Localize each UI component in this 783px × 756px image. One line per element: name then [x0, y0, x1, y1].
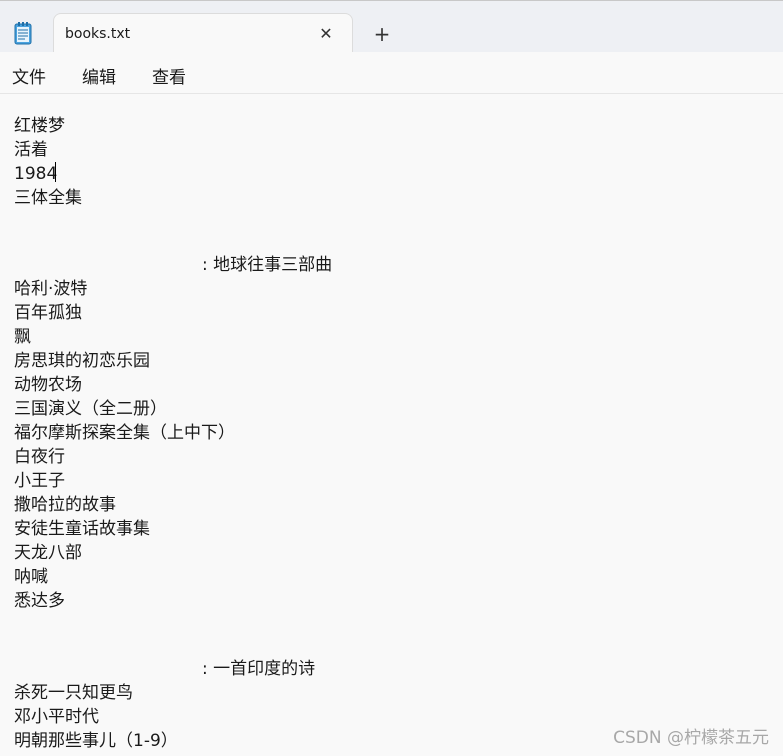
notepad-icon — [13, 21, 33, 45]
menu-file[interactable]: 文件 — [12, 63, 46, 88]
text-line: 活着 — [14, 140, 48, 160]
tab-books-txt[interactable]: books.txt ✕ — [53, 13, 353, 53]
text-line: 悉达多 — [14, 591, 65, 611]
menu-view[interactable]: 查看 — [152, 63, 186, 88]
text-line: 呐喊 — [14, 567, 48, 587]
text-line: 撒哈拉的故事 — [14, 495, 116, 515]
text-line: 安徒生童话故事集 — [14, 519, 150, 539]
text-line: 明朝那些事儿（1-9） — [14, 731, 178, 751]
text-line: 白夜行 — [14, 447, 65, 467]
title-tab-bar: books.txt ✕ + — [0, 0, 783, 53]
text-line: 小王子 — [14, 471, 65, 491]
text-line: 百年孤独 — [14, 303, 82, 323]
watermark: CSDN @柠檬茶五元 — [613, 728, 769, 748]
text-line: 三国演义（全二册） — [14, 399, 167, 419]
text-line: 1984 — [14, 164, 58, 184]
text-line: 红楼梦 — [14, 116, 65, 136]
text-line: 天龙八部 — [14, 543, 82, 563]
text-line: 三体全集 — [14, 188, 82, 208]
menu-bar: 文件 编辑 查看 — [0, 52, 783, 94]
text-editor-area[interactable]: 红楼梦 活着 1984 三体全集 : 地球往事三部曲 哈利·波特 百年孤独 飘 … — [0, 94, 783, 756]
text-caret — [55, 162, 56, 182]
text-line: 房思琪的初恋乐园 — [14, 351, 150, 371]
text-line: : 地球往事三部曲 — [202, 255, 333, 275]
text-line: 动物农场 — [14, 375, 82, 395]
new-tab-button[interactable]: + — [371, 23, 393, 45]
close-icon[interactable]: ✕ — [316, 24, 336, 44]
menu-edit[interactable]: 编辑 — [82, 63, 116, 88]
tab-title: books.txt — [65, 26, 131, 42]
text-line: 杀死一只知更鸟 — [14, 683, 133, 703]
text-line: 邓小平时代 — [14, 707, 99, 727]
text-line: 哈利·波特 — [14, 279, 88, 299]
text-line: 飘 — [14, 327, 31, 347]
text-line: : 一首印度的诗 — [202, 659, 316, 679]
text-line: 福尔摩斯探案全集（上中下） — [14, 423, 235, 443]
